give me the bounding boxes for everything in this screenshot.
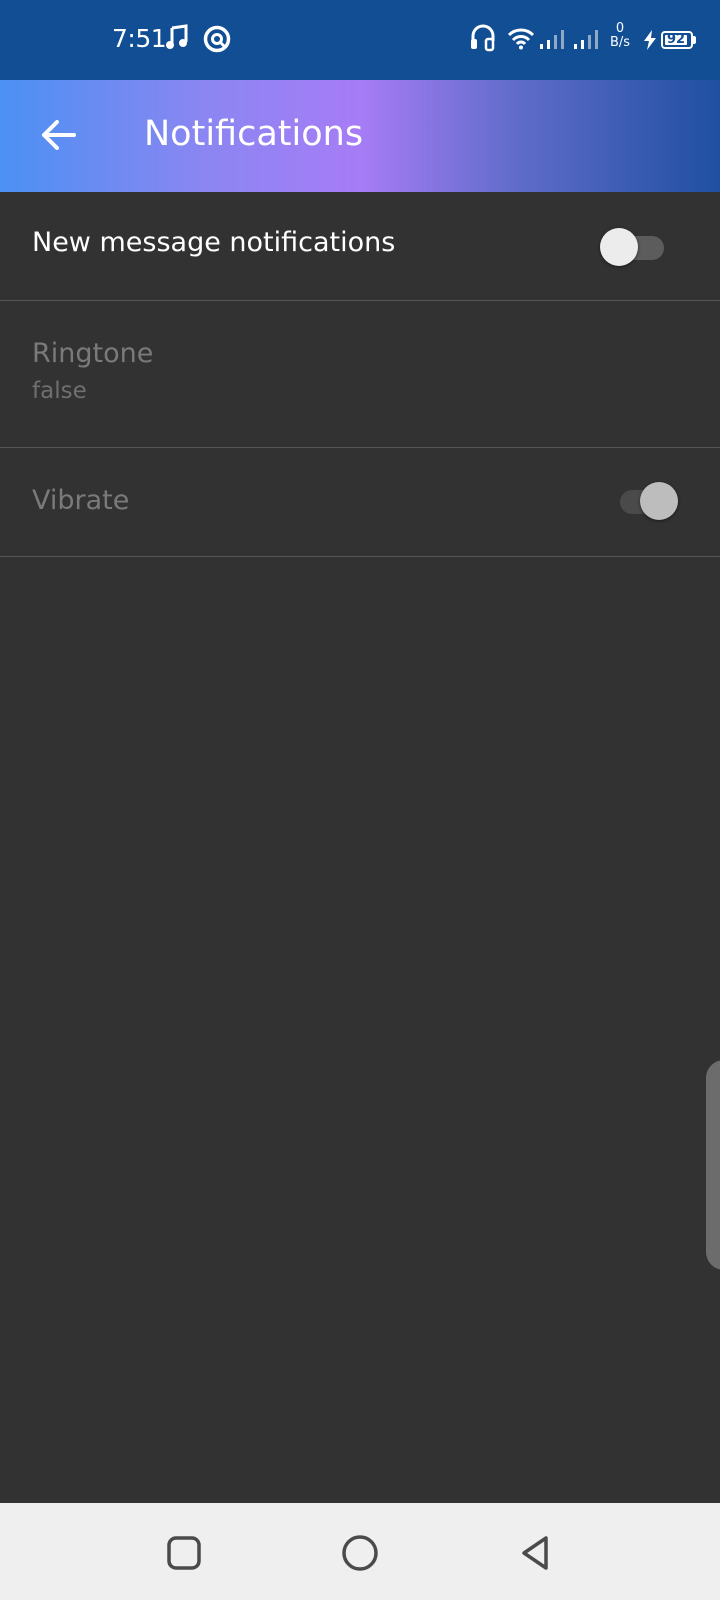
pref-title: Vibrate: [32, 485, 130, 516]
network-speed-unit: B/s: [609, 35, 631, 50]
battery-level: 92: [666, 32, 686, 47]
signal-icon: [540, 28, 568, 54]
new-message-notifications-switch[interactable]: [600, 226, 670, 266]
network-speed-value: 0: [615, 21, 625, 36]
music-note-icon: [166, 24, 188, 54]
pref-title: Ringtone: [32, 338, 154, 369]
pref-summary: false: [32, 378, 87, 404]
wifi-icon: [507, 28, 535, 54]
charging-bolt-icon: [643, 30, 657, 54]
network-speed: 0 B/s: [606, 22, 634, 50]
pref-vibrate[interactable]: Vibrate: [0, 448, 720, 557]
back-button[interactable]: [34, 110, 84, 160]
signal-icon: [574, 28, 602, 54]
home-button[interactable]: [340, 1533, 380, 1573]
status-time: 7:51: [112, 24, 167, 53]
pref-title: New message notifications: [32, 227, 396, 258]
navigation-bar: [0, 1503, 720, 1600]
home-circle-icon: [342, 1535, 378, 1571]
app-toolbar: Notifications: [0, 80, 720, 192]
at-circle-icon: [203, 25, 231, 57]
recents-square-icon: [167, 1536, 201, 1570]
page-title: Notifications: [144, 114, 364, 154]
pref-ringtone[interactable]: Ringtone false: [0, 301, 720, 448]
headset-icon: [470, 24, 496, 56]
recents-button[interactable]: [164, 1533, 204, 1573]
back-triangle-icon: [522, 1536, 548, 1570]
pref-new-message-notifications[interactable]: New message notifications: [0, 192, 720, 301]
arrow-left-icon: [42, 120, 76, 150]
edge-panel-handle[interactable]: [706, 1060, 720, 1270]
battery-icon: 92: [661, 31, 693, 49]
back-nav-button[interactable]: [516, 1533, 556, 1573]
vibrate-switch[interactable]: [614, 480, 684, 520]
status-bar: 7:51 0 B/s 92: [0, 0, 720, 80]
